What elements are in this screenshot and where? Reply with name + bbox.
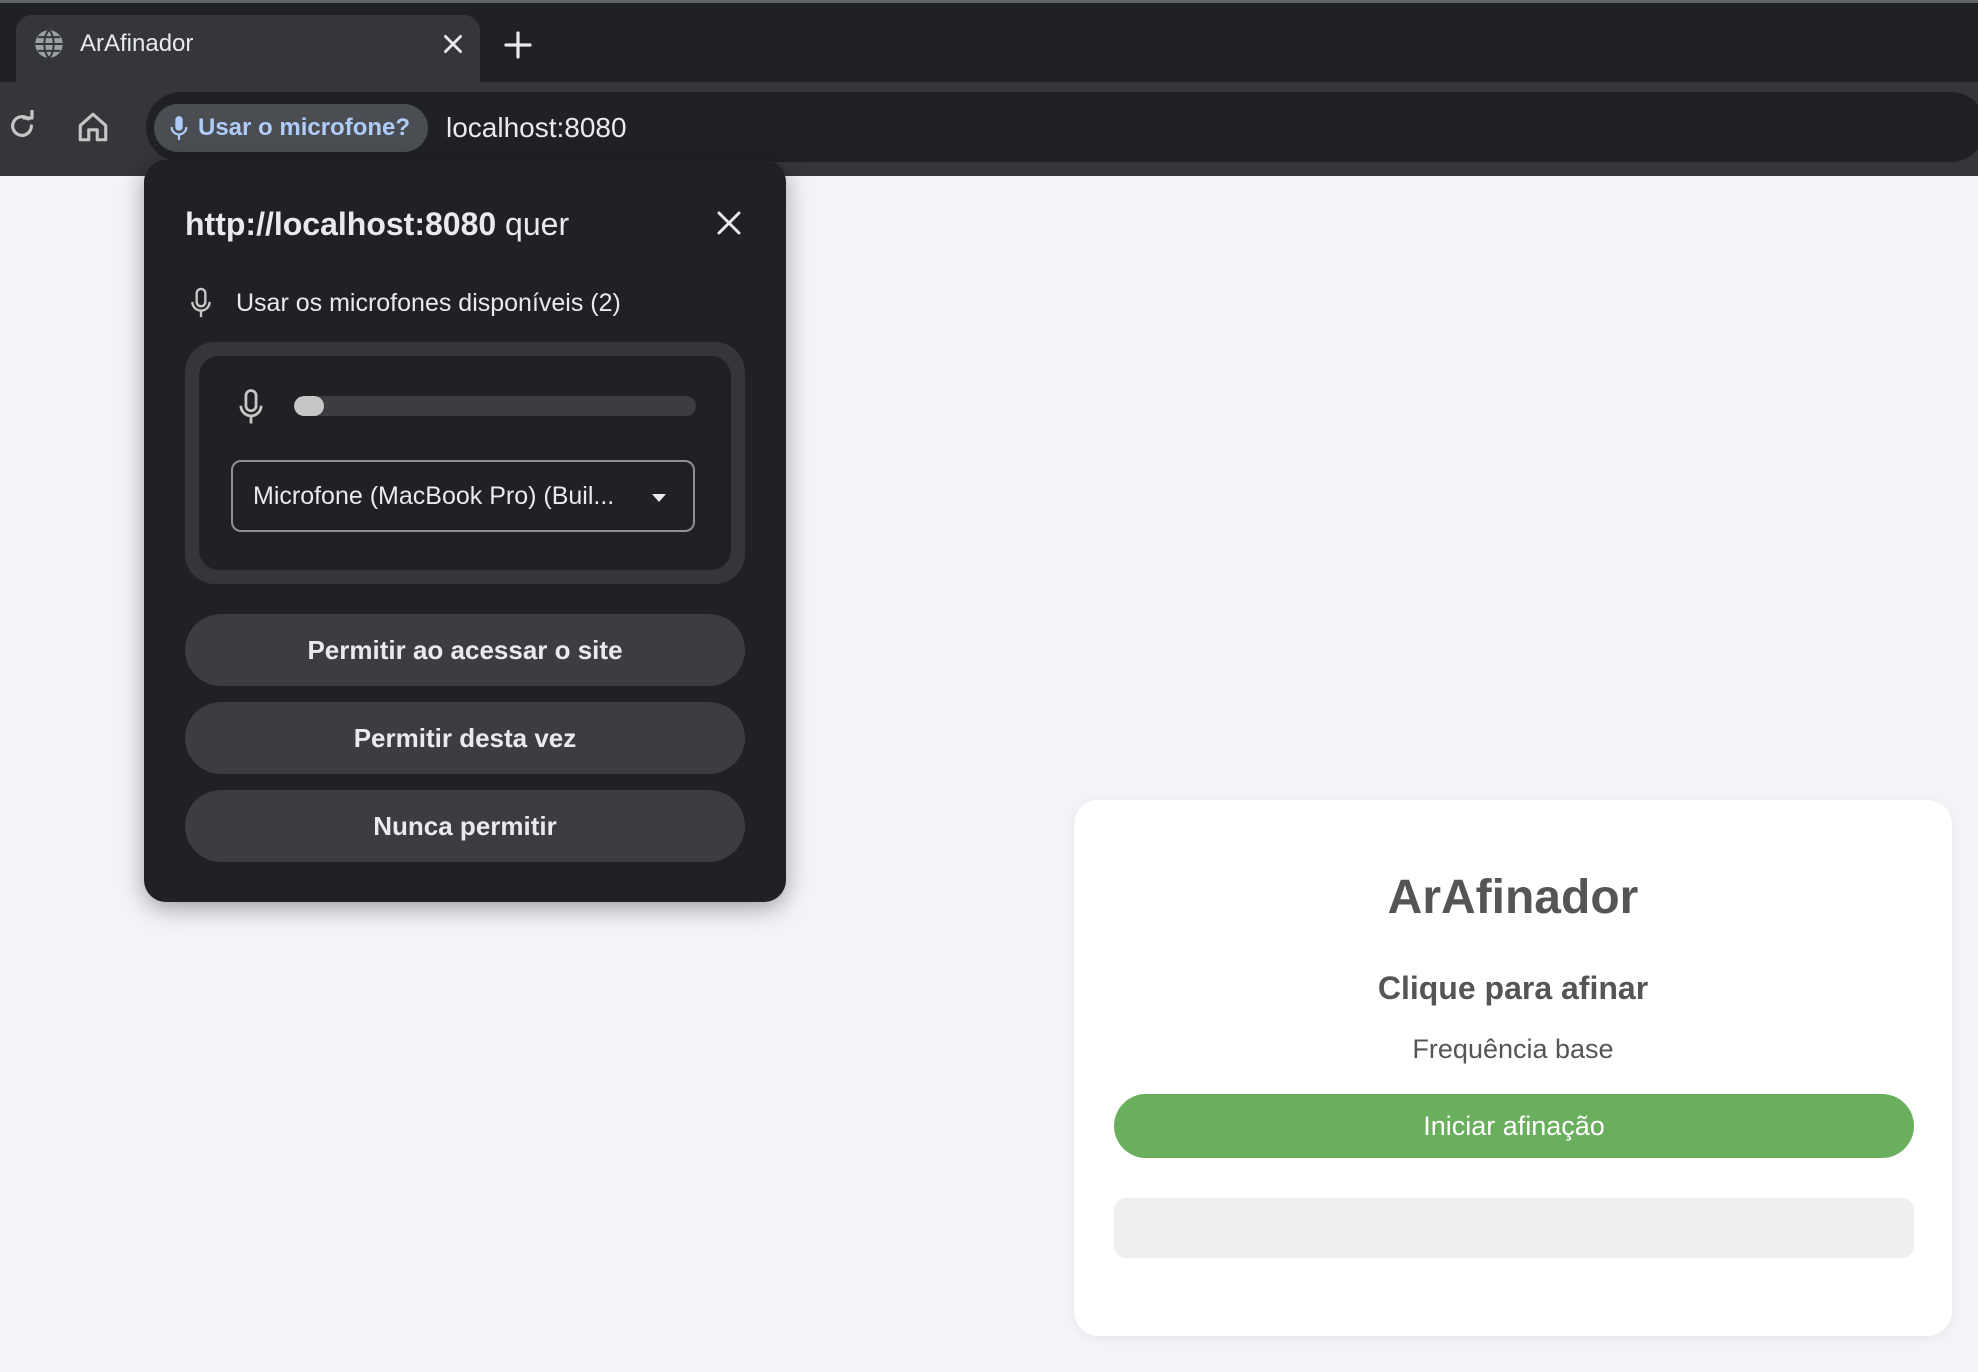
allow-this-time-button[interactable]: Permitir desta vez (185, 702, 745, 774)
url-text[interactable]: localhost:8080 (446, 111, 627, 145)
tab-strip: ArAfinador (0, 0, 1978, 85)
globe-icon (35, 29, 63, 59)
popup-title-suffix: quer (496, 206, 570, 242)
never-allow-button[interactable]: Nunca permitir (185, 790, 745, 862)
tuner-card: ArAfinador Clique para afinar Frequência… (1074, 800, 1952, 1336)
device-panel-inner: Microfone (MacBook Pro) (Buil... (199, 356, 731, 570)
reload-icon[interactable] (6, 110, 38, 142)
tab-title: ArAfinador (80, 30, 194, 57)
tab-close-icon[interactable] (440, 31, 466, 57)
tuning-result-box (1114, 1198, 1914, 1258)
microphone-icon (170, 116, 188, 140)
mic-level-meter (294, 396, 696, 416)
microphone-icon (191, 287, 211, 318)
start-tuning-button[interactable]: Iniciar afinação (1114, 1094, 1914, 1158)
mic-chip-label: Usar o microfone? (198, 114, 411, 141)
home-icon[interactable] (76, 110, 110, 144)
microphone-device-select[interactable]: Microfone (MacBook Pro) (Buil... (231, 460, 695, 532)
address-bar[interactable]: Usar o microfone? localhost:8080 (146, 92, 1978, 162)
permission-row: Usar os microfones disponíveis (2) (188, 286, 621, 320)
popup-title: http://localhost:8080 quer (185, 204, 569, 244)
mic-level-fill (294, 396, 324, 416)
browser-tab[interactable]: ArAfinador (16, 15, 480, 85)
frequency-label: Frequência base (1412, 1034, 1614, 1064)
selected-device-value: Microfone (MacBook Pro) (Buil... (253, 481, 615, 510)
close-icon[interactable] (714, 208, 744, 238)
chevron-down-icon (652, 494, 666, 502)
page-title: ArAfinador (1387, 871, 1639, 924)
allow-on-visit-button[interactable]: Permitir ao acessar o site (185, 614, 745, 686)
microphone-permission-chip[interactable]: Usar o microfone? (154, 104, 428, 152)
page-subtitle: Clique para afinar (1377, 970, 1649, 1006)
permission-label: Usar os microfones disponíveis (2) (236, 288, 621, 317)
device-panel: Microfone (MacBook Pro) (Buil... (185, 342, 745, 584)
new-tab-plus-icon[interactable] (502, 29, 534, 61)
microphone-permission-popup: http://localhost:8080 quer Usar os micro… (144, 160, 786, 902)
popup-title-origin: http://localhost:8080 (185, 206, 497, 242)
microphone-icon (239, 389, 263, 424)
